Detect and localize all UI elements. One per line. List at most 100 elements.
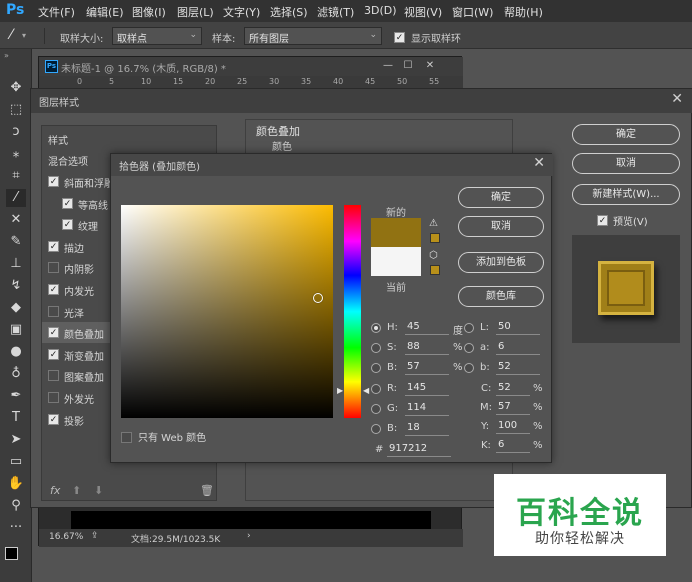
cancel-button[interactable]: 取消: [572, 153, 680, 174]
export-icon[interactable]: ⇪: [91, 531, 99, 541]
dodge-tool-icon[interactable]: ♁: [6, 365, 26, 383]
close-button[interactable]: ✕: [421, 59, 439, 73]
a-field[interactable]: 6: [496, 341, 540, 355]
add-to-swatches-button[interactable]: 添加到色板: [458, 252, 544, 273]
style-item-checkbox[interactable]: ✓: [48, 284, 59, 295]
foreground-color-swatch[interactable]: [5, 547, 18, 560]
style-item-checkbox[interactable]: ✓: [48, 370, 59, 382]
healing-tool-icon[interactable]: ✕: [6, 211, 26, 229]
ok-button[interactable]: 确定: [458, 187, 544, 208]
web-only-checkbox[interactable]: ✓: [121, 430, 132, 443]
hex-field[interactable]: 917212: [387, 443, 451, 457]
lab-b-field[interactable]: 52: [496, 361, 540, 375]
lasso-tool-icon[interactable]: ↄ: [6, 123, 26, 141]
radio-g[interactable]: [371, 404, 381, 414]
style-item-checkbox[interactable]: ✓: [48, 240, 59, 252]
blue-field[interactable]: 18: [405, 422, 449, 436]
style-item-checkbox[interactable]: ✓: [48, 176, 59, 187]
gradient-tool-icon[interactable]: ▣: [6, 321, 26, 339]
gamut-warning-icon[interactable]: ⚠: [429, 218, 438, 229]
radio-h[interactable]: [371, 323, 381, 333]
radio-l[interactable]: [464, 323, 474, 333]
path-selection-tool-icon[interactable]: ➤: [6, 431, 26, 449]
c-field[interactable]: 52: [496, 382, 530, 396]
m-field[interactable]: 57: [496, 401, 530, 415]
zoom-level[interactable]: 16.67%: [49, 532, 83, 542]
menu-edit[interactable]: 编辑(E): [86, 4, 124, 20]
collapse-icon[interactable]: »: [4, 51, 9, 60]
blur-tool-icon[interactable]: ●: [6, 343, 26, 361]
color-cursor[interactable]: [313, 293, 323, 303]
eyedropper-tool-icon[interactable]: ⁄: [6, 189, 26, 207]
menu-file[interactable]: 文件(F): [38, 4, 75, 20]
more-tools-icon[interactable]: ···: [6, 519, 26, 537]
style-item-checkbox[interactable]: ✓: [48, 305, 59, 317]
move-tool-icon[interactable]: ✥: [6, 79, 26, 97]
radio-blue[interactable]: [371, 424, 381, 434]
web-safe-icon[interactable]: ⬡: [429, 250, 438, 261]
move-down-icon[interactable]: ⬇: [94, 484, 103, 497]
history-brush-tool-icon[interactable]: ↯: [6, 277, 26, 295]
gamut-color-swatch[interactable]: [430, 233, 440, 243]
menu-select[interactable]: 选择(S): [270, 4, 308, 20]
style-item-checkbox[interactable]: ✓: [62, 197, 73, 209]
trash-icon[interactable]: 🗑: [200, 484, 214, 497]
s-field[interactable]: 88: [405, 341, 449, 355]
hue-slider[interactable]: [344, 205, 361, 418]
chevron-down-icon[interactable]: ▾: [22, 31, 26, 40]
current-color-swatch[interactable]: [371, 247, 421, 276]
g-field[interactable]: 114: [405, 402, 449, 416]
y-field[interactable]: 100: [496, 420, 530, 434]
radio-lab-b[interactable]: [464, 363, 474, 373]
crop-tool-icon[interactable]: ⌗: [6, 167, 26, 185]
sample-size-select[interactable]: 取样点 ⌄: [112, 27, 202, 45]
style-item-checkbox[interactable]: ✓: [62, 219, 73, 231]
ok-button[interactable]: 确定: [572, 124, 680, 145]
styles-header[interactable]: 样式: [42, 128, 218, 149]
preview-checkbox[interactable]: ✓: [597, 213, 608, 226]
style-item-checkbox[interactable]: ✓: [48, 392, 59, 403]
menu-help[interactable]: 帮助(H): [504, 4, 543, 20]
new-style-button[interactable]: 新建样式(W)...: [572, 184, 680, 205]
menu-3d[interactable]: 3D(D): [364, 4, 397, 17]
menu-image[interactable]: 图像(I): [132, 4, 166, 20]
hand-tool-icon[interactable]: ✋: [6, 475, 26, 493]
maximize-button[interactable]: ☐: [399, 59, 417, 73]
magic-wand-tool-icon[interactable]: ⁎: [6, 145, 26, 163]
menu-layer[interactable]: 图层(L): [177, 4, 214, 20]
brush-tool-icon[interactable]: ✎: [6, 233, 26, 251]
canvas[interactable]: [71, 511, 431, 529]
marquee-tool-icon[interactable]: ⬚: [6, 101, 26, 119]
menu-type[interactable]: 文字(Y): [223, 4, 260, 20]
pen-tool-icon[interactable]: ✒: [6, 387, 26, 405]
cancel-button[interactable]: 取消: [458, 216, 544, 237]
menu-filter[interactable]: 滤镜(T): [317, 4, 354, 20]
k-field[interactable]: 6: [496, 439, 530, 453]
eraser-tool-icon[interactable]: ◆: [6, 299, 26, 317]
zoom-tool-icon[interactable]: ⚲: [6, 497, 26, 515]
b-field[interactable]: 57: [405, 361, 449, 375]
shape-tool-icon[interactable]: ▭: [6, 453, 26, 471]
style-item-checkbox[interactable]: ✓: [48, 327, 59, 339]
radio-r[interactable]: [371, 384, 381, 394]
fx-icon[interactable]: fx: [50, 484, 60, 497]
menu-view[interactable]: 视图(V): [404, 4, 442, 20]
move-up-icon[interactable]: ⬆: [72, 484, 81, 497]
show-ring-checkbox[interactable]: ✓: [394, 30, 405, 43]
close-icon[interactable]: ✕: [533, 155, 545, 171]
style-item-checkbox[interactable]: ✓: [48, 348, 59, 360]
r-field[interactable]: 145: [405, 382, 449, 396]
h-field[interactable]: 45: [405, 321, 449, 335]
eyedropper-icon[interactable]: ⁄: [10, 27, 12, 43]
hue-arrow-left-icon[interactable]: ▶: [337, 386, 343, 395]
web-safe-color-swatch[interactable]: [430, 265, 440, 275]
close-icon[interactable]: ✕: [671, 91, 683, 107]
radio-a[interactable]: [464, 343, 474, 353]
l-field[interactable]: 50: [496, 321, 540, 335]
radio-s[interactable]: [371, 343, 381, 353]
style-item-checkbox[interactable]: ✓: [48, 413, 59, 425]
minimize-button[interactable]: —: [379, 59, 397, 73]
saturation-brightness-field[interactable]: [121, 205, 333, 418]
sample-select[interactable]: 所有图层 ⌄: [244, 27, 382, 45]
radio-b[interactable]: [371, 363, 381, 373]
